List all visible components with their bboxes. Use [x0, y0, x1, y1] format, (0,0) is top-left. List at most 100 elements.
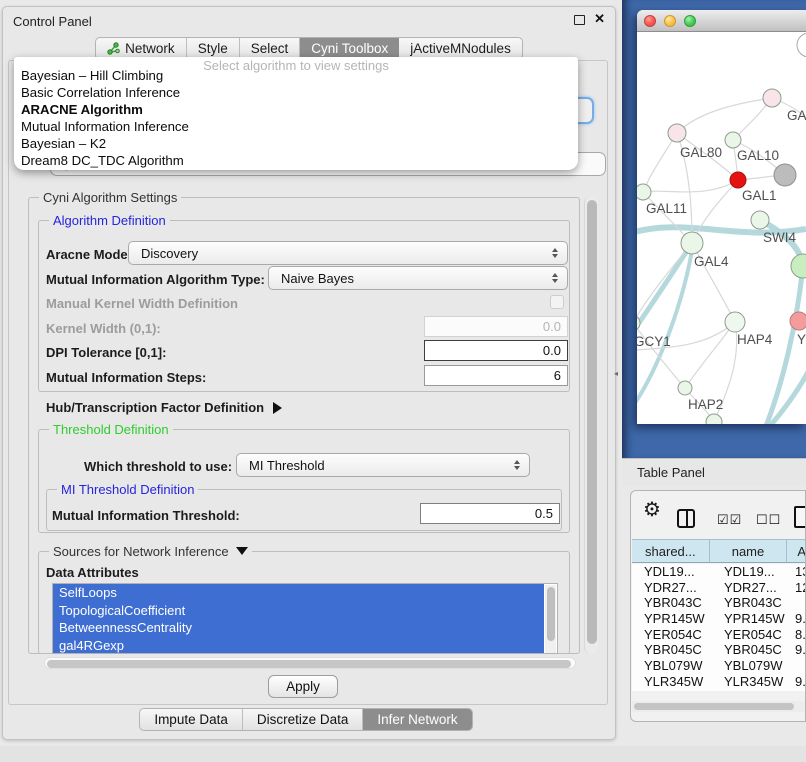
node-hap2[interactable]	[678, 381, 692, 395]
node-gal10[interactable]	[725, 132, 741, 148]
table-row[interactable]: YBL079WYBL079W	[632, 658, 806, 674]
attribute-item-selected[interactable]: gal4RGexp	[53, 637, 544, 655]
table-row[interactable]: YDL19...YDL19...13	[632, 564, 806, 580]
node-gcy1[interactable]	[637, 315, 640, 331]
algorithm-combo-button-fragment[interactable]	[576, 97, 594, 124]
node-gal80[interactable]	[668, 124, 686, 142]
node-bright-green[interactable]	[791, 254, 806, 278]
data-attributes-list[interactable]: SelfLoops TopologicalCoefficient Between…	[52, 583, 558, 654]
column-header-name[interactable]: name	[710, 540, 788, 562]
node-label: GAL4	[694, 254, 729, 269]
node-gal1[interactable]	[730, 172, 746, 188]
mi-steps-field[interactable]: 6	[424, 365, 568, 386]
algorithm-option[interactable]: Mutual Information Inference	[18, 118, 574, 135]
table-row[interactable]: YPR145WYPR145W9.	[632, 611, 806, 627]
table-panel-titlebar: Table Panel	[622, 458, 806, 486]
node-cut[interactable]	[797, 33, 806, 57]
network-graph: GAL GAL80 GAL10 GAL1 GAL11 SWI4 GAL4 GCY…	[637, 32, 806, 424]
algorithm-option[interactable]: Basic Correlation Inference	[18, 84, 574, 101]
table-row[interactable]: YIL053CYIL053C9.	[632, 690, 806, 692]
node-label: GAL	[787, 108, 806, 123]
tab-select[interactable]: Select	[240, 38, 301, 59]
aracne-mode-label: Aracne Mode:	[46, 247, 132, 262]
tab-cyni-toolbox[interactable]: Cyni Toolbox	[300, 38, 399, 59]
algorithm-option[interactable]: Bayesian – Hill Climbing	[18, 67, 574, 84]
algorithm-dropdown-popup: Select algorithm to view settings Bayesi…	[14, 57, 578, 170]
tab-network[interactable]: Network	[96, 38, 187, 59]
network-window-titlebar[interactable]	[637, 10, 806, 32]
column-header-shared-name[interactable]: shared...	[632, 540, 710, 562]
list-vertical-scrollbar[interactable]	[545, 585, 556, 654]
cyni-bottom-tabs: Impute Data Discretize Data Infer Networ…	[0, 708, 612, 731]
sources-group-header[interactable]: Sources for Network Inference	[49, 544, 252, 559]
close-traffic-light[interactable]	[644, 15, 656, 27]
node-hap4[interactable]	[725, 312, 745, 332]
node-label: Y	[797, 332, 806, 347]
dpi-tolerance-field[interactable]: 0.0	[424, 340, 568, 361]
node-label: GAL10	[737, 148, 779, 163]
hub-definition-header[interactable]: Hub/Transcription Factor Definition	[46, 399, 282, 417]
combo-spinner-icon	[509, 460, 525, 470]
manual-kernel-checkbox[interactable]	[550, 295, 564, 309]
tab-infer-network[interactable]: Infer Network	[363, 709, 471, 730]
attribute-item-selected[interactable]: BetweennessCentrality	[53, 619, 544, 637]
network-view-window[interactable]: GAL GAL80 GAL10 GAL1 GAL11 SWI4 GAL4 GCY…	[637, 10, 806, 424]
tab-discretize-data[interactable]: Discretize Data	[243, 709, 364, 730]
zoom-traffic-light[interactable]	[684, 15, 696, 27]
expanded-arrow-icon	[236, 547, 248, 555]
mi-threshold-group-title: MI Threshold Definition	[57, 482, 198, 497]
table-row[interactable]: YBR043CYBR043C	[632, 595, 806, 611]
close-icon[interactable]: ✕	[594, 11, 605, 27]
table-row[interactable]: YBR045CYBR045C9.	[632, 642, 806, 658]
column-header-cut[interactable]: A	[787, 540, 806, 562]
node-gal11[interactable]	[637, 184, 651, 200]
edge	[643, 133, 677, 192]
settings-horizontal-scrollbar[interactable]	[44, 657, 576, 669]
node-label: SWI4	[763, 230, 796, 245]
control-panel-title: Control Panel	[13, 14, 92, 29]
algorithm-option[interactable]: Dream8 DC_TDC Algorithm	[18, 152, 574, 169]
settings-vertical-scrollbar[interactable]	[584, 196, 598, 654]
mi-threshold-field[interactable]: 0.5	[420, 503, 560, 524]
node-gal-top[interactable]	[763, 89, 781, 107]
table-row[interactable]: YDR27...YDR27...12	[632, 580, 806, 596]
table-panel-title: Table Panel	[637, 465, 705, 480]
collapsed-arrow-icon	[273, 402, 282, 414]
combo-spinner-icon	[547, 273, 563, 283]
split-pane-handle[interactable]: ◂	[614, 369, 620, 378]
table-horizontal-scrollbar[interactable]	[632, 701, 806, 712]
node-gal4[interactable]	[681, 232, 703, 254]
dpi-tolerance-label: DPI Tolerance [0,1]:	[46, 345, 166, 360]
tab-style[interactable]: Style	[187, 38, 240, 59]
table-panel: ⚙ ☑☑ ☐☐ shared... name A YDL19...YDL19..…	[630, 490, 806, 722]
gear-icon[interactable]: ⚙	[643, 500, 661, 520]
deselect-all-icon[interactable]: ☐☐	[756, 512, 781, 528]
algorithm-option[interactable]: Bayesian – K2	[18, 135, 574, 152]
node-bottom-cut[interactable]	[706, 414, 722, 424]
float-window-icon[interactable]	[574, 15, 585, 25]
table-row[interactable]: YER054CYER054C8.	[632, 627, 806, 643]
node-label: HAP2	[688, 397, 723, 412]
kernel-width-field[interactable]: 0.0	[424, 316, 568, 337]
mi-steps-label: Mutual Information Steps:	[46, 370, 206, 385]
node-salmon[interactable]	[790, 312, 806, 330]
edge	[643, 180, 738, 192]
mi-type-combo[interactable]: Naive Bayes	[268, 266, 568, 290]
network-canvas[interactable]: GAL GAL80 GAL10 GAL1 GAL11 SWI4 GAL4 GCY…	[637, 32, 806, 424]
attribute-item-selected[interactable]: TopologicalCoefficient	[53, 602, 544, 620]
columns-icon[interactable]	[677, 509, 695, 528]
algorithm-definition-title: Algorithm Definition	[49, 213, 170, 228]
node-swi4[interactable]	[751, 211, 769, 229]
minimize-traffic-light[interactable]	[664, 15, 676, 27]
function-builder-icon[interactable]	[794, 506, 806, 528]
apply-button[interactable]: Apply	[268, 675, 338, 698]
node-gray[interactable]	[774, 164, 796, 186]
table-row[interactable]: YLR345WYLR345W9.	[632, 674, 806, 690]
aracne-mode-combo[interactable]: Discovery	[128, 241, 568, 265]
attribute-item-selected[interactable]: SelfLoops	[53, 584, 544, 602]
select-all-icon[interactable]: ☑☑	[717, 512, 742, 528]
which-threshold-combo[interactable]: MI Threshold	[236, 453, 530, 477]
tab-impute-data[interactable]: Impute Data	[140, 709, 243, 730]
algorithm-option-selected[interactable]: ARACNE Algorithm	[18, 101, 574, 118]
tab-jactivemnodules[interactable]: jActiveMNodules	[399, 38, 522, 59]
